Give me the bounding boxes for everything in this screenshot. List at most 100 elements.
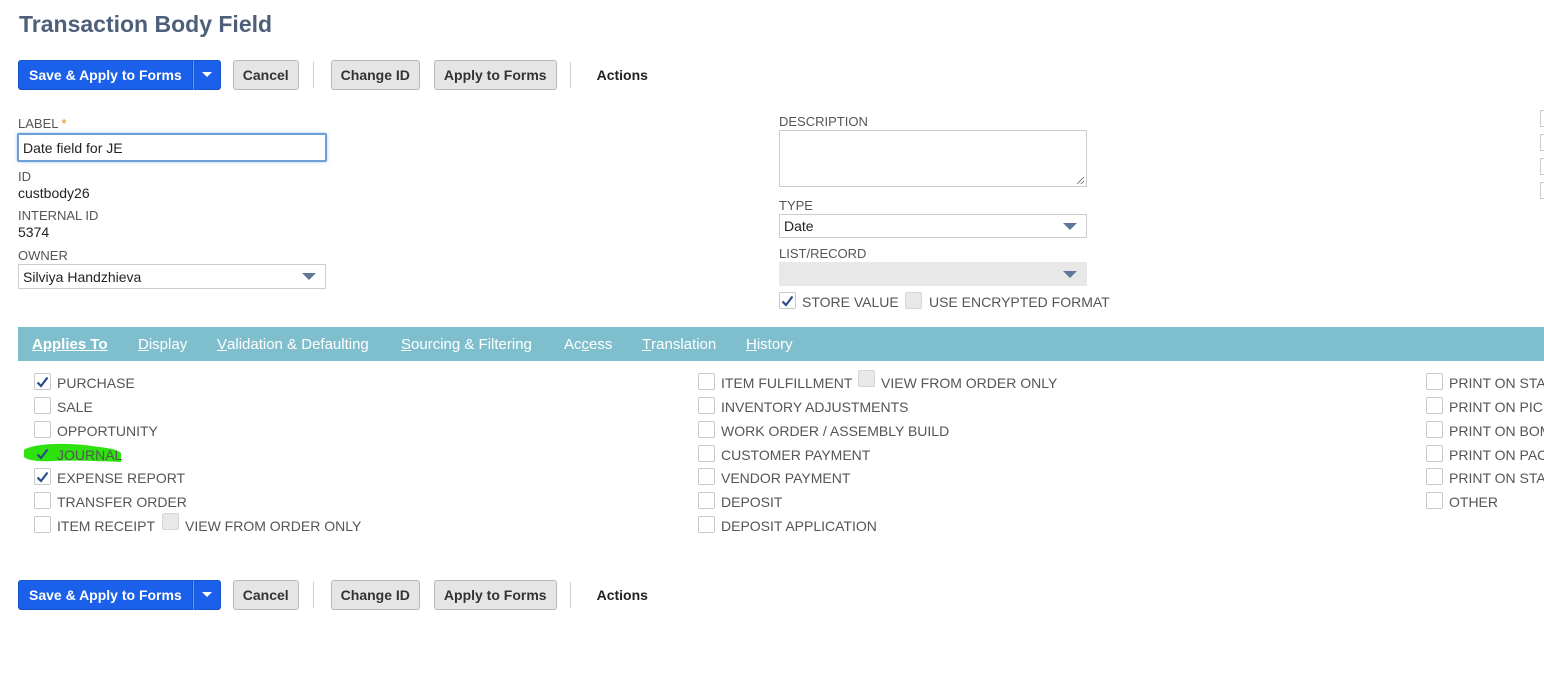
tab-validation-defaulting[interactable]: Validation & Defaulting [217, 327, 369, 361]
checkmark-icon [36, 376, 49, 388]
journal-checkbox[interactable] [34, 445, 51, 462]
checkmark-icon [36, 471, 49, 483]
checkbox-row-item-receipt[interactable]: ITEM RECEIPT [34, 516, 155, 534]
apply-to-forms-button[interactable]: Apply to Forms [433, 579, 557, 610]
checkbox-row-item-receipt-view-from-order: VIEW FROM ORDER ONLY [162, 513, 361, 534]
save-apply-button-group: Save & Apply to Forms [18, 579, 221, 610]
actions-menu[interactable]: Actions [597, 587, 648, 603]
type-select-value: Date [784, 218, 814, 234]
checkbox-row-print-on-stan[interactable]: PRINT ON STAN [1426, 373, 1544, 391]
inventory-adjustments-checkbox[interactable] [698, 397, 715, 414]
checkbox-row-sale[interactable]: SALE [34, 397, 93, 415]
internal-id-field-label: INTERNAL ID [18, 208, 99, 223]
cancel-button[interactable]: Cancel [232, 579, 299, 610]
tab-applies-to[interactable]: Applies To [32, 327, 108, 361]
save-apply-button-group: Save & Apply to Forms [18, 59, 221, 90]
other-checkbox[interactable] [1426, 492, 1443, 509]
save-options-dropdown[interactable] [192, 59, 221, 90]
item-receipt-view-from-order-checkbox [162, 513, 179, 530]
cut-off-field [1540, 158, 1544, 175]
use-encrypted-label: USE ENCRYPTED FORMAT [929, 294, 1110, 310]
chevron-down-icon [201, 72, 212, 77]
sale-checkbox[interactable] [34, 397, 51, 414]
deposit-application-checkbox[interactable] [698, 516, 715, 533]
store-value-checkbox-row[interactable]: STORE VALUE [779, 292, 899, 310]
save-apply-button[interactable]: Save & Apply to Forms [18, 59, 193, 90]
checkbox-row-print-on-pack[interactable]: PRINT ON PACI [1426, 445, 1544, 463]
owner-select[interactable]: Silviya Handzhieva [18, 264, 326, 289]
owner-field-label: OWNER [18, 248, 68, 263]
checkbox-row-other[interactable]: OTHER [1426, 492, 1498, 510]
id-value: custbody26 [18, 185, 90, 201]
list-record-field-label: LIST/RECORD [779, 246, 867, 261]
print-on-stat-checkbox[interactable] [1426, 468, 1443, 485]
checkbox-row-inventory-adjustments[interactable]: INVENTORY ADJUSTMENTS [698, 397, 908, 415]
cancel-button[interactable]: Cancel [232, 59, 299, 90]
label-input[interactable]: Date field for JE [17, 133, 327, 162]
toolbar-divider [569, 61, 571, 88]
checkbox-row-work-order[interactable]: WORK ORDER / ASSEMBLY BUILD [698, 421, 949, 439]
apply-to-forms-button[interactable]: Apply to Forms [433, 59, 557, 90]
cut-off-field [1540, 110, 1544, 127]
checkbox-row-transfer-order[interactable]: TRANSFER ORDER [34, 492, 187, 510]
vendor-payment-checkbox[interactable] [698, 468, 715, 485]
checkbox-row-item-fulfillment[interactable]: ITEM FULFILLMENT [698, 373, 852, 391]
checkbox-row-purchase[interactable]: PURCHASE [34, 373, 135, 391]
subtab-bar: Applies To Display Validation & Defaulti… [18, 327, 1544, 361]
purchase-checkbox[interactable] [34, 373, 51, 390]
print-on-pick-checkbox[interactable] [1426, 397, 1443, 414]
deposit-checkbox[interactable] [698, 492, 715, 509]
tab-translation[interactable]: Translation [642, 327, 716, 361]
change-id-button[interactable]: Change ID [330, 59, 420, 90]
checkbox-row-print-on-pick[interactable]: PRINT ON PICK [1426, 397, 1544, 415]
print-on-pack-checkbox[interactable] [1426, 445, 1443, 462]
page-title: Transaction Body Field [19, 11, 273, 37]
checkbox-row-print-on-stat[interactable]: PRINT ON STAT [1426, 468, 1544, 486]
type-field-label: TYPE [779, 198, 813, 213]
checkbox-row-opportunity[interactable]: OPPORTUNITY [34, 421, 158, 439]
checkbox-row-deposit[interactable]: DEPOSIT [698, 492, 782, 510]
save-options-dropdown[interactable] [192, 579, 221, 610]
owner-select-value: Silviya Handzhieva [23, 268, 142, 285]
checkbox-row-deposit-application[interactable]: DEPOSIT APPLICATION [698, 516, 877, 534]
item-fulfillment-view-from-order-checkbox [858, 370, 875, 387]
chevron-down-icon [201, 592, 212, 597]
store-value-checkbox[interactable] [779, 292, 796, 309]
cut-off-field [1540, 182, 1544, 199]
toolbar-divider [312, 581, 314, 608]
checkbox-row-journal[interactable]: JOURNAL [34, 445, 122, 463]
print-on-stan-checkbox[interactable] [1426, 373, 1443, 390]
item-fulfillment-checkbox[interactable] [698, 373, 715, 390]
internal-id-value: 5374 [18, 224, 50, 240]
cut-off-field [1540, 134, 1544, 151]
list-record-select [779, 262, 1087, 286]
tab-sourcing-filtering[interactable]: Sourcing & Filtering [401, 327, 532, 361]
store-value-label: STORE VALUE [802, 294, 899, 310]
checkbox-row-expense-report[interactable]: EXPENSE REPORT [34, 468, 185, 486]
expense-report-checkbox[interactable] [34, 468, 51, 485]
change-id-button[interactable]: Change ID [330, 579, 420, 610]
transfer-order-checkbox[interactable] [34, 492, 51, 509]
checkbox-row-print-on-bom[interactable]: PRINT ON BOM [1426, 421, 1544, 439]
customer-payment-checkbox[interactable] [698, 445, 715, 462]
bottom-toolbar: Save & Apply to Forms Cancel Change ID A… [18, 579, 648, 610]
save-apply-button[interactable]: Save & Apply to Forms [18, 579, 193, 610]
item-receipt-checkbox[interactable] [34, 516, 51, 533]
toolbar-divider [312, 61, 314, 88]
resize-grip-icon[interactable] [1077, 177, 1084, 184]
checkbox-row-vendor-payment[interactable]: VENDOR PAYMENT [698, 468, 850, 486]
checkmark-icon [36, 448, 49, 460]
description-textarea[interactable] [779, 130, 1087, 187]
checkmark-icon [781, 295, 794, 307]
actions-menu[interactable]: Actions [597, 67, 648, 83]
tab-history[interactable]: History [746, 327, 793, 361]
work-order-checkbox[interactable] [698, 421, 715, 438]
tab-access[interactable]: Ac c ess [564, 327, 612, 361]
opportunity-checkbox[interactable] [34, 421, 51, 438]
chevron-down-icon [302, 273, 316, 280]
print-on-bom-checkbox[interactable] [1426, 421, 1443, 438]
chevron-down-icon [1063, 222, 1077, 230]
tab-display[interactable]: Display [138, 327, 187, 361]
type-select[interactable]: Date [779, 214, 1087, 238]
checkbox-row-customer-payment[interactable]: CUSTOMER PAYMENT [698, 445, 870, 463]
